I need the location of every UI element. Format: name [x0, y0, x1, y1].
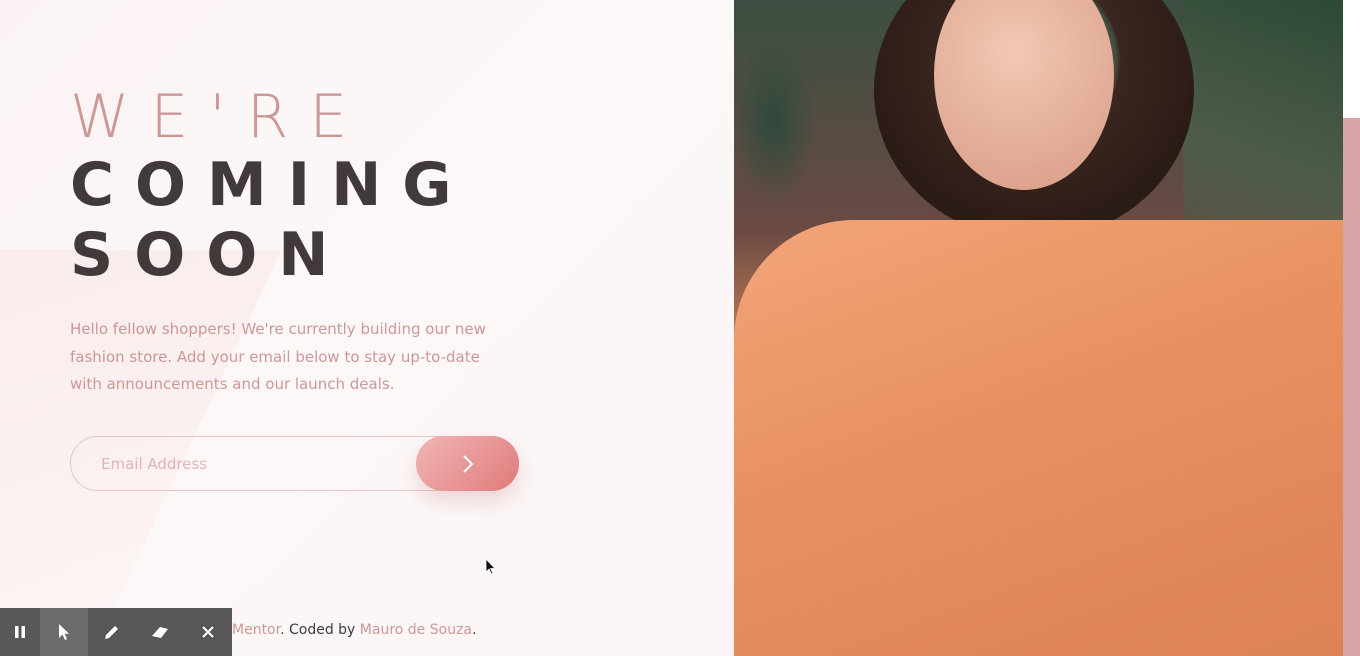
- pointer-icon: [59, 624, 69, 640]
- attribution: Mentor. Coded by Mauro de Souza.: [232, 622, 476, 638]
- title-line-3: SOON: [70, 220, 350, 290]
- attribution-text: . Coded by: [280, 622, 360, 638]
- pause-icon: [15, 626, 25, 638]
- pause-button[interactable]: [0, 608, 40, 656]
- scrollbar-thumb[interactable]: [1343, 0, 1360, 118]
- pointer-tool-button[interactable]: [40, 608, 88, 656]
- mouse-cursor-icon: [485, 558, 496, 575]
- title-line-1: WE'RE: [70, 82, 369, 152]
- close-icon: [202, 626, 214, 638]
- hero-image: [734, 0, 1343, 656]
- chevron-right-icon: [462, 454, 473, 473]
- attribution-end: .: [472, 622, 477, 638]
- content-panel: WE'RE COMING SOON Hello fellow shoppers!…: [0, 0, 734, 656]
- photo-shirt: [734, 220, 1343, 656]
- email-input[interactable]: [101, 437, 421, 490]
- pen-icon: [105, 626, 118, 639]
- page-title: WE'RE COMING SOON: [70, 84, 473, 290]
- close-toolbar-button[interactable]: [184, 608, 232, 656]
- scrollbar[interactable]: [1343, 0, 1360, 656]
- annotation-toolbar: [0, 608, 232, 656]
- submit-button[interactable]: [416, 436, 519, 491]
- eraser-icon: [152, 627, 168, 638]
- email-form: [70, 436, 519, 491]
- author-link[interactable]: Mauro de Souza: [360, 622, 472, 638]
- title-line-2: COMING: [70, 150, 473, 220]
- description: Hello fellow shoppers! We're currently b…: [70, 320, 486, 393]
- pen-tool-button[interactable]: [88, 608, 136, 656]
- eraser-tool-button[interactable]: [136, 608, 184, 656]
- scrollbar-track: [1343, 118, 1360, 656]
- mentor-link[interactable]: Mentor: [232, 622, 280, 638]
